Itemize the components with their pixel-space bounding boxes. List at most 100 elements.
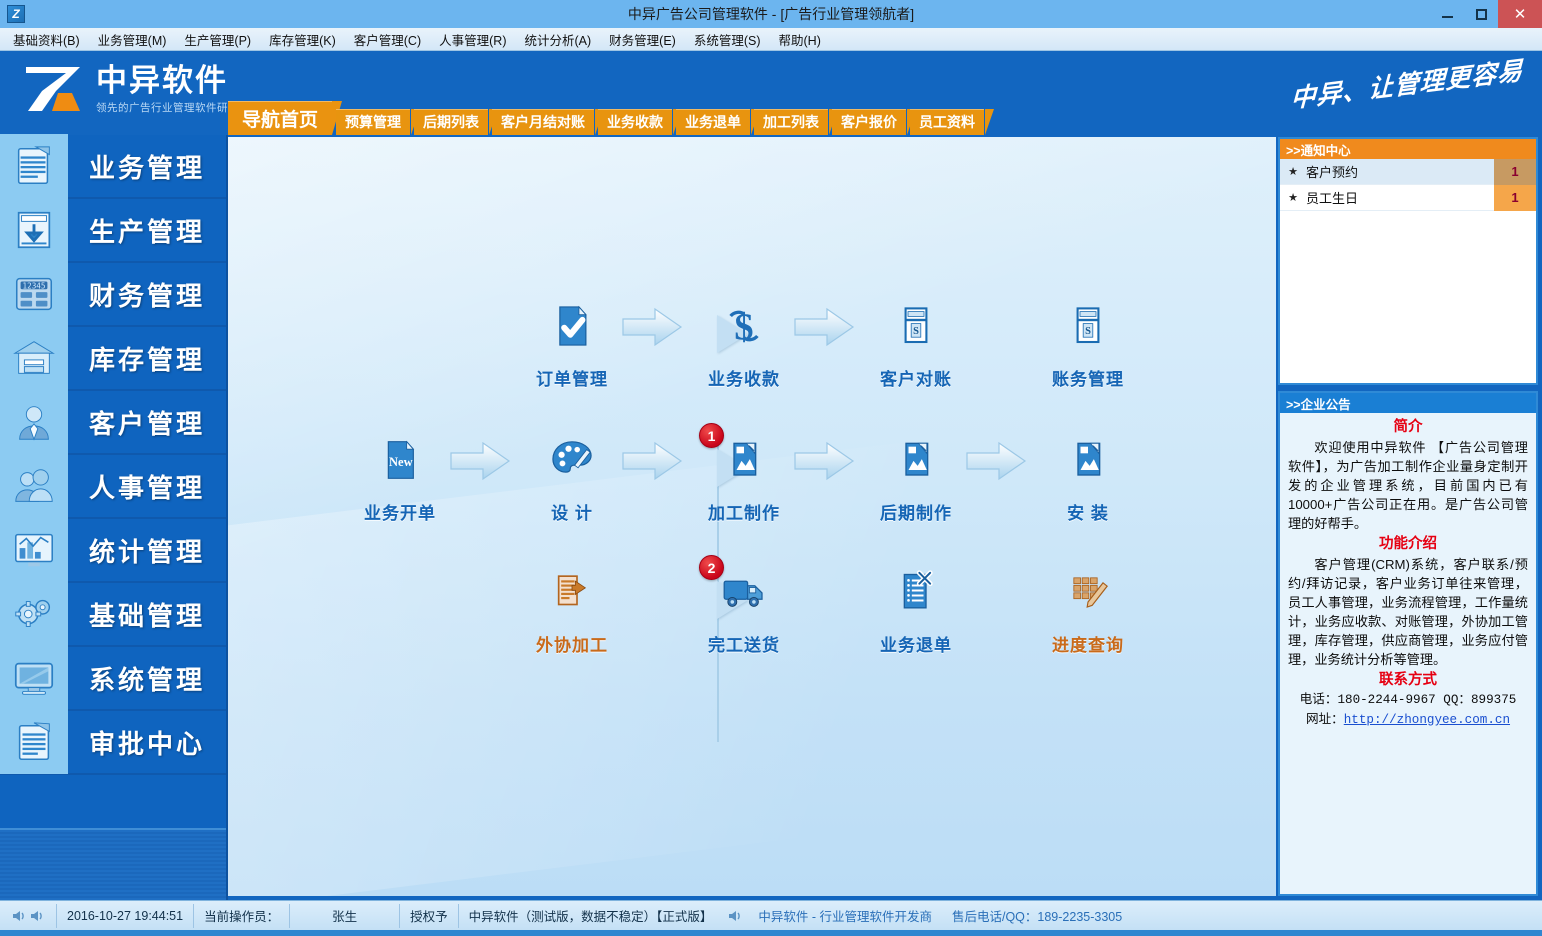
menu-item-3[interactable]: 库存管理(K) [260, 28, 345, 51]
sidebar-item-2[interactable]: 12345 财务管理 [0, 263, 226, 327]
right-arrow-icon [793, 439, 855, 483]
flow-node-加工制作[interactable]: 1加工制作 [685, 423, 803, 524]
delivery-truck-icon [717, 565, 771, 619]
flow-node-label: 后期制作 [857, 499, 975, 524]
minimize-button[interactable] [1430, 0, 1464, 28]
tab-0[interactable]: 导航首页 [228, 101, 332, 135]
calculator-icon: 12345 [11, 271, 57, 317]
menu-item-6[interactable]: 统计分析(A) [515, 28, 600, 51]
intro-text: 欢迎使用中异软件 【广告公司管理软件】，为广告加工制作企业量身定制开发的企业管理… [1288, 438, 1528, 533]
menu-item-1[interactable]: 业务管理(M) [89, 28, 176, 51]
status-bar: 2016-10-27 19:44:51 当前操作员： 张生 授权予 中异软件（测… [0, 900, 1542, 930]
flow-node-icon-wrap: S [857, 289, 975, 363]
speaker-icon [10, 907, 28, 925]
tab-2[interactable]: 后期列表 [414, 109, 488, 135]
menu-item-5[interactable]: 人事管理(R) [430, 28, 515, 51]
flow-arrow-1-3 [965, 439, 1027, 483]
flow-node-icon-wrap [513, 289, 631, 363]
flow-node-账务管理[interactable]: S账务管理 [1029, 289, 1147, 390]
feature-heading: 功能介绍 [1288, 535, 1528, 554]
tab-8[interactable]: 员工资料 [910, 109, 984, 135]
flow-node-客户对账[interactable]: S客户对账 [857, 289, 975, 390]
sidebar-item-5[interactable]: 人事管理 [0, 455, 226, 519]
notification-row-1[interactable]: ★员工生日1 [1280, 185, 1536, 211]
tab-1[interactable]: 预算管理 [336, 109, 410, 135]
close-button[interactable]: ✕ [1498, 0, 1542, 28]
status-speaker-icons[interactable] [0, 904, 57, 928]
website-link[interactable]: http://zhongyee.com.cn [1344, 713, 1510, 727]
status-datetime: 2016-10-27 19:44:51 [57, 904, 194, 928]
users-group-icon [11, 463, 57, 509]
menu-item-2[interactable]: 生产管理(P) [175, 28, 260, 51]
flow-node-安 装[interactable]: 安 装 [1029, 423, 1147, 524]
menu-item-4[interactable]: 客户管理(C) [345, 28, 430, 51]
flow-node-icon-wrap: S [1029, 289, 1147, 363]
sidebar-item-9[interactable]: 审批中心 [0, 711, 226, 775]
sidebar: 业务管理生产管理 12345 财务管理库存管理客户管理人事管理统计管理基础管理系统管… [0, 135, 228, 900]
logo-text: 中异软件 领先的广告行业管理软件研发商 [96, 64, 250, 115]
navigation-canvas: 订单管理 $业务收款 S客户对账 S账务管理 New业务开单设 计 1加工制作后期制作 安 … [228, 137, 1276, 896]
badge-count: 1 [699, 423, 724, 448]
badge-count: 2 [699, 555, 724, 580]
sidebar-item-0[interactable]: 业务管理 [0, 135, 226, 199]
flow-node-icon-wrap [513, 555, 631, 629]
tab-5[interactable]: 业务退单 [676, 109, 750, 135]
warehouse-icon [11, 335, 57, 381]
sidebar-item-7[interactable]: 基础管理 [0, 583, 226, 647]
ledger-icon: S [892, 302, 940, 350]
right-arrow-icon [449, 439, 511, 483]
sidebar-item-8[interactable]: 系统管理 [0, 647, 226, 711]
flow-node-业务收款[interactable]: $业务收款 [685, 289, 803, 390]
speaker-icon-2 [28, 907, 46, 925]
maximize-button[interactable] [1464, 0, 1498, 28]
gears-icon [11, 591, 57, 637]
window-title: 中异广告公司管理软件 - [广告行业管理领航者] [0, 0, 1542, 28]
sidebar-item-label: 财务管理 [68, 276, 226, 313]
ledger-icon: S [1064, 302, 1112, 350]
document-download-icon [11, 207, 57, 253]
tab-3[interactable]: 客户月结对账 [492, 109, 594, 135]
menu-item-7[interactable]: 财务管理(E) [600, 28, 685, 51]
flow-arrow-1-0 [449, 439, 511, 483]
header-banner: 中异软件 领先的广告行业管理软件研发商 中异、让管理更容易 导航首页预算管理后期… [0, 51, 1542, 135]
notification-label: 客户预约 [1306, 162, 1494, 181]
contact-phone: 电话：180-2244-9967 QQ：899375 [1288, 691, 1528, 710]
flow-node-icon-wrap: 1 [685, 423, 803, 497]
sidebar-item-3[interactable]: 库存管理 [0, 327, 226, 391]
sidebar-item-1[interactable]: 生产管理 [0, 199, 226, 263]
notification-row-0[interactable]: ★客户预约1 [1280, 159, 1536, 185]
bar-chart-icon-wrap [0, 518, 68, 582]
notification-count: 1 [1494, 159, 1536, 185]
menu-item-0[interactable]: 基础资料(B) [4, 28, 89, 51]
status-vendor[interactable]: 中异软件 - 行业管理软件开发商 [754, 904, 942, 928]
flow-node-完工送货[interactable]: 2 完工送货 [685, 555, 803, 656]
svg-text:New: New [389, 455, 413, 469]
flow-node-业务开单[interactable]: New业务开单 [341, 423, 459, 524]
flow-node-订单管理[interactable]: 订单管理 [513, 289, 631, 390]
flow-node-后期制作[interactable]: 后期制作 [857, 423, 975, 524]
sidebar-item-label: 基础管理 [68, 596, 226, 633]
sidebar-item-6[interactable]: 统计管理 [0, 519, 226, 583]
flow-node-设 计[interactable]: 设 计 [513, 423, 631, 524]
notification-list: ★客户预约1★员工生日1 [1280, 159, 1536, 383]
right-arrow-icon [965, 439, 1027, 483]
picture-edit-icon [891, 435, 941, 485]
flow-node-label: 完工送货 [685, 631, 803, 656]
flow-node-业务退单[interactable]: 业务退单 [857, 555, 975, 656]
sidebar-item-4[interactable]: 客户管理 [0, 391, 226, 455]
flow-node-外协加工[interactable]: 外协加工 [513, 555, 631, 656]
tab-6[interactable]: 加工列表 [754, 109, 828, 135]
minimize-icon [1442, 16, 1453, 18]
status-license-value: 中异软件（测试版，数据不稳定）【正式版】 [459, 904, 723, 928]
right-arrow-icon [793, 305, 855, 349]
outsource-doc-icon [547, 567, 597, 617]
star-icon: ★ [1280, 165, 1306, 178]
logo-name: 中异软件 [96, 64, 250, 98]
menu-item-8[interactable]: 系统管理(S) [685, 28, 770, 51]
tab-7[interactable]: 客户报价 [832, 109, 906, 135]
tab-4[interactable]: 业务收款 [598, 109, 672, 135]
status-support[interactable]: 售后电话/QQ：189-2235-3305 [942, 904, 1132, 928]
menu-item-9[interactable]: 帮助(H) [770, 28, 830, 51]
flow-node-进度查询[interactable]: 进度查询 [1029, 555, 1147, 656]
sidebar-item-list: 业务管理生产管理 12345 财务管理库存管理客户管理人事管理统计管理基础管理系统管… [0, 135, 226, 775]
